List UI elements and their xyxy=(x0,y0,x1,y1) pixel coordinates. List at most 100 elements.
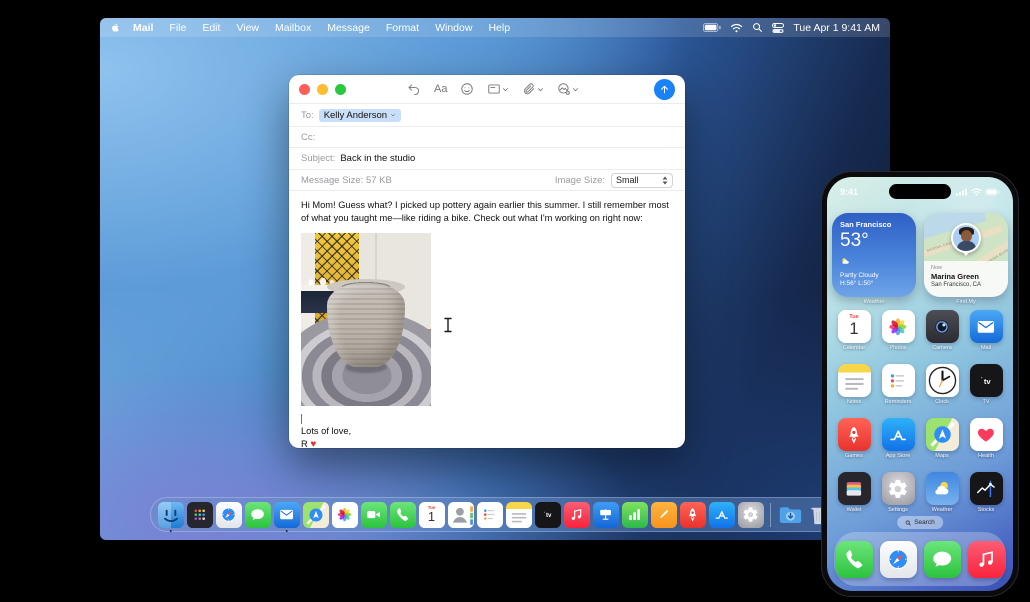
recipient-name: Kelly Anderson xyxy=(323,109,388,121)
zoom-button[interactable] xyxy=(335,83,346,95)
dock-keynote[interactable] xyxy=(592,501,619,528)
menu-mail[interactable]: Mail xyxy=(125,22,161,34)
dock-messages[interactable] xyxy=(244,501,271,528)
menu-items: Mail File Edit View Mailbox Message Format Wind… xyxy=(125,22,518,34)
minimize-button[interactable] xyxy=(317,83,328,95)
dock-music[interactable] xyxy=(563,501,590,528)
menu-window[interactable]: Window xyxy=(427,22,480,34)
wifi-icon xyxy=(971,188,982,196)
dock-notes[interactable] xyxy=(505,501,532,528)
iphone-app-games[interactable]: Games xyxy=(832,418,876,459)
photos-icon xyxy=(331,501,358,528)
dock-numbers[interactable] xyxy=(621,501,648,528)
app-label: Notes xyxy=(846,399,862,405)
iphone-app-stocks[interactable]: Stocks xyxy=(964,472,1008,513)
pottery-photo[interactable] xyxy=(301,233,431,407)
iphone-app-wallet[interactable]: Wallet xyxy=(832,472,876,513)
dock-calendar[interactable]: Tue 1 xyxy=(418,501,445,528)
dock-facetime[interactable] xyxy=(360,501,387,528)
music-icon xyxy=(563,501,590,528)
iphone-app-settings[interactable]: Settings xyxy=(876,472,920,513)
safari-icon xyxy=(879,540,917,578)
iphone-app-photos[interactable]: Photos xyxy=(876,310,920,351)
dock-contacts[interactable] xyxy=(447,501,474,528)
header-style-button[interactable] xyxy=(487,82,509,96)
message-body-editor[interactable]: Hi Mom! Guess what? I picked up pottery … xyxy=(289,191,685,448)
dock-downloads-folder[interactable] xyxy=(777,501,804,528)
contacts-icon xyxy=(447,501,474,528)
search-icon xyxy=(905,520,911,525)
iphone-app-reminders[interactable]: Reminders xyxy=(876,364,920,405)
keynote-icon xyxy=(592,501,619,528)
dock-games[interactable] xyxy=(679,501,706,528)
iphone-app-calendar[interactable]: Tue 1 Calendar xyxy=(832,310,876,351)
cc-field[interactable]: Cc: xyxy=(289,126,685,147)
dock-mail[interactable] xyxy=(273,501,300,532)
menu-help[interactable]: Help xyxy=(480,22,518,34)
search-pill[interactable]: Search xyxy=(897,516,943,529)
iphone-app-clock[interactable]: Clock xyxy=(920,364,964,405)
menu-mailbox[interactable]: Mailbox xyxy=(267,22,319,34)
dock-finder[interactable] xyxy=(157,501,184,532)
menu-message[interactable]: Message xyxy=(319,22,378,34)
menu-view[interactable]: View xyxy=(228,22,267,34)
svg-text:tv: tv xyxy=(546,513,552,519)
dock-safari[interactable] xyxy=(215,501,242,528)
dock-tv[interactable]: tv xyxy=(534,501,561,528)
spotlight-search-icon[interactable] xyxy=(752,22,763,33)
format-button[interactable]: Aa xyxy=(434,83,447,95)
iphone-dock-phone[interactable] xyxy=(835,540,873,578)
select-stepper-icon xyxy=(662,176,668,185)
dock-pages[interactable] xyxy=(650,501,677,528)
weather-widget[interactable]: San Francisco 53° Partly Cloudy H:56° L:… xyxy=(832,213,916,297)
menu-clock[interactable]: Tue Apr 1 9:41 AM xyxy=(793,22,880,34)
dock-phone[interactable] xyxy=(389,501,416,528)
iphone-app-health[interactable]: Health xyxy=(964,418,1008,459)
photo-icon xyxy=(558,83,571,95)
iphone-app-mail[interactable]: Mail xyxy=(964,310,1008,351)
iphone-app-app-store[interactable]: App Store xyxy=(876,418,920,459)
app-label: Reminders xyxy=(884,399,912,405)
iphone-app-maps[interactable]: Maps xyxy=(920,418,964,459)
iphone-app-notes[interactable]: Notes xyxy=(832,364,876,405)
menu-format[interactable]: Format xyxy=(378,22,427,34)
apple-menu[interactable] xyxy=(110,21,121,34)
stationery-icon xyxy=(488,84,501,94)
dock-photos[interactable] xyxy=(331,501,358,528)
dock-reminders[interactable] xyxy=(476,501,503,528)
findmy-widget[interactable]: MARINA GREEN DR MARINA BLVD Now Marina G… xyxy=(924,213,1008,297)
control-center-icon[interactable] xyxy=(772,22,785,33)
wifi-icon[interactable] xyxy=(730,23,743,33)
wallet-icon xyxy=(837,472,871,505)
emoji-button[interactable] xyxy=(460,82,474,96)
iphone-app-tv[interactable]: tv TV xyxy=(964,364,1008,405)
iphone-dock xyxy=(834,532,1006,586)
dynamic-island xyxy=(889,184,951,199)
dock-app-store[interactable] xyxy=(708,501,735,528)
attach-button[interactable] xyxy=(522,82,544,96)
undo-button[interactable] xyxy=(407,82,421,96)
dock-launchpad[interactable] xyxy=(186,501,213,528)
iphone-app-weather[interactable]: Weather xyxy=(920,472,964,513)
iphone-dock-music[interactable] xyxy=(967,540,1005,578)
health-icon xyxy=(969,418,1003,451)
subject-field[interactable]: Subject: Back in the studio xyxy=(289,147,685,169)
iphone-dock-safari[interactable] xyxy=(879,540,917,578)
phone-icon xyxy=(389,501,416,528)
battery-icon[interactable] xyxy=(703,23,722,32)
iphone-app-camera[interactable]: Camera xyxy=(920,310,964,351)
menu-file[interactable]: File xyxy=(161,22,194,34)
to-field[interactable]: To: Kelly Anderson xyxy=(289,103,685,126)
send-button[interactable] xyxy=(654,79,675,100)
close-button[interactable] xyxy=(299,83,310,95)
recipient-token[interactable]: Kelly Anderson xyxy=(318,108,402,122)
dock-maps[interactable] xyxy=(302,501,329,528)
clock-icon xyxy=(925,364,959,397)
image-size-select[interactable]: Small xyxy=(611,172,673,188)
downloads-icon xyxy=(777,501,804,528)
iphone-dock-messages[interactable] xyxy=(923,540,961,578)
app-label: Maps xyxy=(935,453,949,459)
dock-settings[interactable] xyxy=(737,501,764,528)
photo-browser-button[interactable] xyxy=(557,82,579,96)
menu-edit[interactable]: Edit xyxy=(194,22,228,34)
